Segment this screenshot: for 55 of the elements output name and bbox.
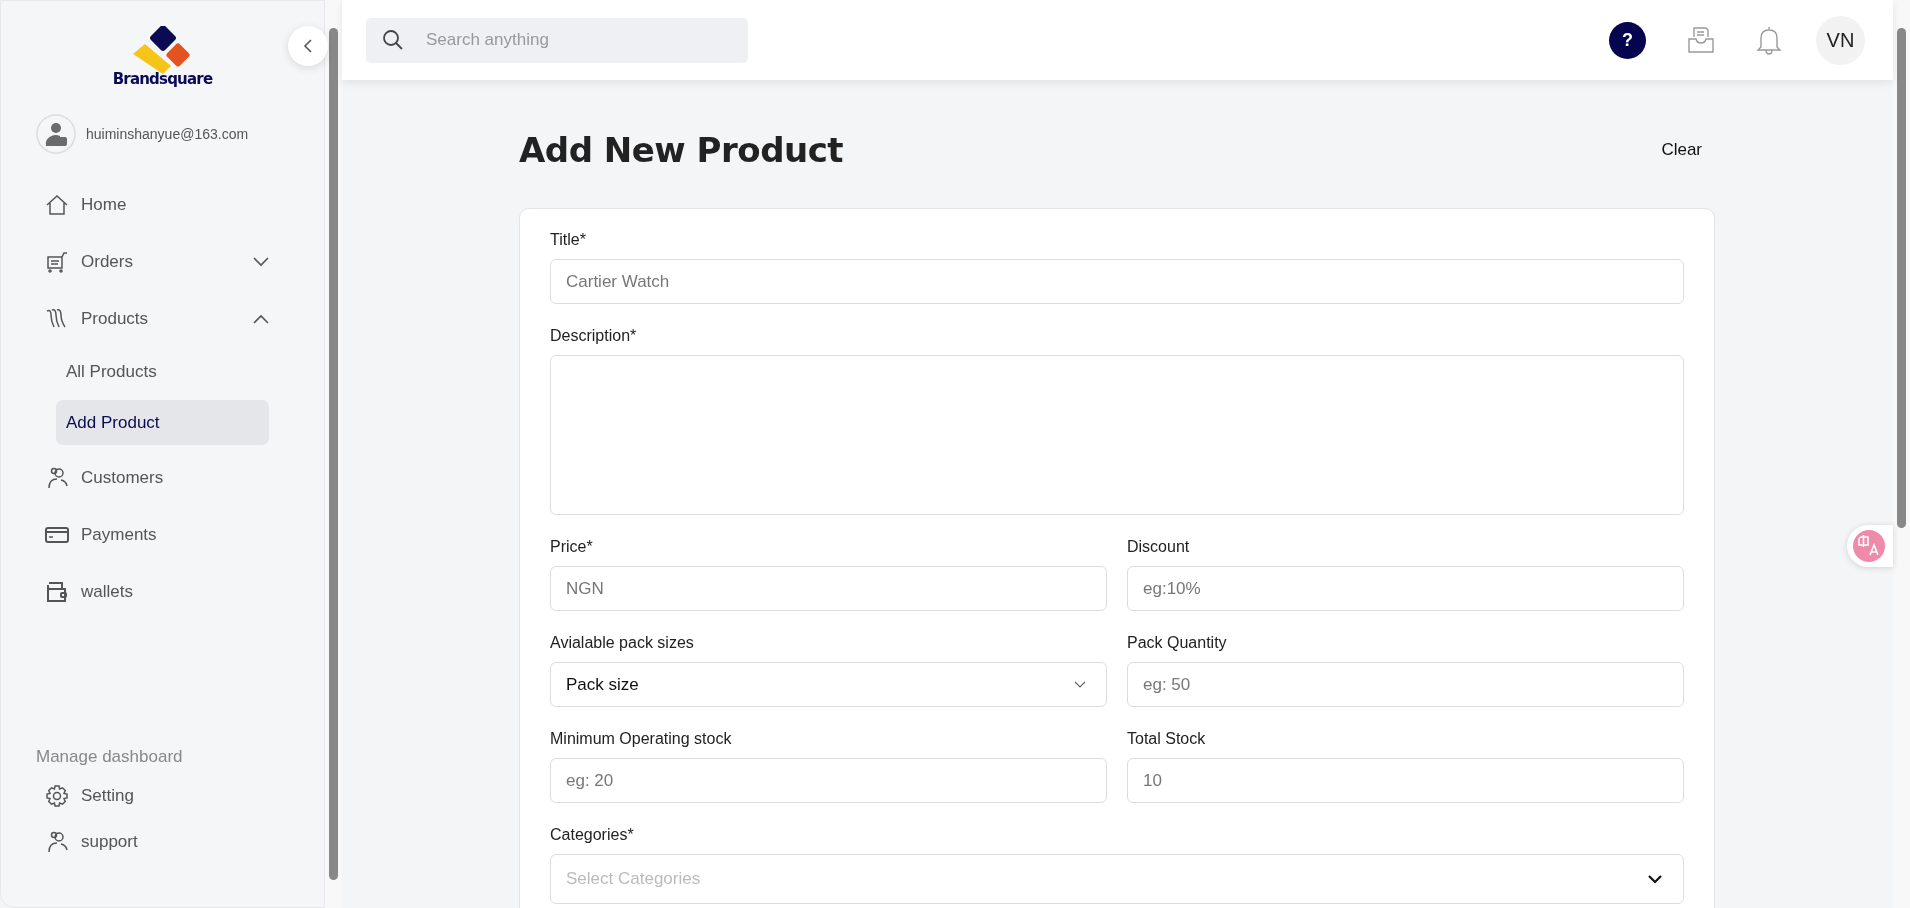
chevron-up-icon	[253, 313, 269, 324]
translate-icon	[1853, 530, 1885, 562]
scrollbar[interactable]	[1893, 0, 1910, 908]
people-icon	[45, 465, 69, 490]
field-label: Title*	[550, 231, 587, 249]
people-icon	[45, 830, 69, 854]
chevron-left-icon	[303, 39, 313, 53]
wallet-icon	[45, 579, 69, 604]
field-label: Minimum Operating stock	[550, 730, 733, 748]
scrollbar[interactable]	[325, 0, 342, 908]
bell-icon[interactable]	[1756, 25, 1782, 55]
inbox-icon[interactable]	[1686, 25, 1716, 55]
nav-item[interactable]: Products	[1, 290, 269, 347]
chevron-down-icon	[1074, 680, 1086, 689]
field-label: Discount	[1127, 538, 1191, 556]
field-label: Categories*	[550, 826, 635, 844]
section-title: Manage dashboard	[35, 747, 184, 767]
page-title: Add New Product	[519, 130, 844, 170]
user-email: huiminshanyue@163.com	[86, 126, 249, 142]
dropdown-field[interactable]: Pack size	[550, 662, 1107, 707]
search-bar[interactable]: Search anything	[366, 17, 748, 63]
field-label: Avialable pack sizes	[550, 634, 695, 652]
chevron-down-icon	[1647, 874, 1663, 884]
search-input[interactable]: Search anything	[424, 29, 732, 51]
field-label: Pack Quantity	[1127, 634, 1228, 652]
field-label: Total Stock	[1127, 730, 1207, 748]
input-field[interactable]: eg:10%	[1127, 566, 1684, 611]
collapse-button[interactable]	[288, 26, 328, 66]
avatar-icon	[36, 114, 76, 154]
input-field[interactable]: Cartier Watch	[550, 259, 1684, 304]
home-icon	[45, 192, 69, 217]
clear-button[interactable]: Clear	[1648, 134, 1715, 166]
input-field[interactable]: NGN	[550, 566, 1107, 611]
input-field[interactable]: 10	[1127, 758, 1684, 803]
nav-item[interactable]: Orders	[1, 233, 269, 290]
nav-item[interactable]: wallets	[1, 563, 269, 620]
nav-item[interactable]: Customers	[1, 449, 269, 506]
cart-icon	[45, 249, 69, 274]
input-field[interactable]: eg: 50	[1127, 662, 1684, 707]
chevron-down-icon	[253, 256, 269, 267]
field-label: Price*	[550, 538, 594, 556]
nav-item[interactable]: support	[1, 819, 269, 865]
help-button[interactable]: ?	[1609, 21, 1646, 59]
translate-button[interactable]	[1847, 525, 1893, 567]
nav-item[interactable]: Setting	[1, 773, 269, 819]
nav-item[interactable]: Payments	[1, 506, 269, 563]
user-avatar[interactable]: VN	[1816, 15, 1865, 65]
nav-subitem[interactable]: All Products	[56, 349, 269, 394]
logo-text: Brandsquare	[112, 70, 213, 88]
search-icon	[382, 29, 404, 51]
nav-item[interactable]: Home	[1, 176, 269, 233]
field-label: Description*	[550, 327, 638, 345]
settings-icon	[45, 784, 69, 808]
nav-subitem[interactable]: Add Product	[56, 400, 269, 445]
input-field[interactable]: eg: 20	[550, 758, 1107, 803]
